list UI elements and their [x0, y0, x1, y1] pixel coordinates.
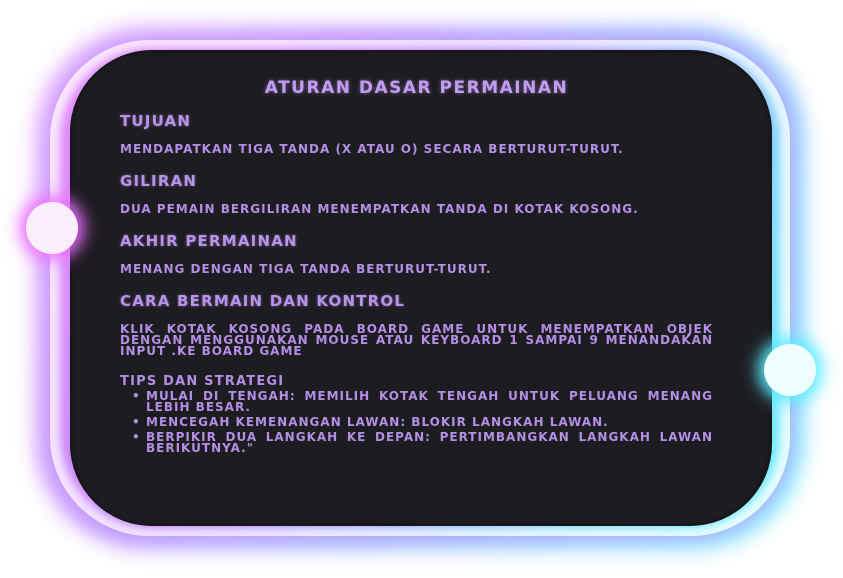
section-text-giliran: Dua pemain bergiliran menempatkan tanda …: [120, 202, 639, 216]
list-item: • Mulai di Tengah: Memilih kotak tengah u…: [132, 389, 713, 414]
section-heading-tujuan: Tujuan: [120, 112, 192, 130]
rules-content: Aturan Dasar Permainan Tujuan Mendapatka…: [120, 78, 713, 458]
rules-modal: Aturan Dasar Permainan Tujuan Mendapatka…: [0, 0, 843, 578]
section-text-tujuan: Mendapatkan tiga tanda (X atau O) secara…: [120, 142, 624, 156]
bullet-icon: •: [132, 430, 141, 444]
tips-heading: Tips dan Strategi: [120, 374, 285, 389]
section-heading-giliran: Giliran: [120, 172, 198, 190]
section-text-cara-bermain: Klik kotak kosong pada board game untuk …: [120, 322, 713, 358]
tip-text: Mulai di Tengah: Memilih kotak tengah un…: [146, 389, 713, 414]
tips-list: • Mulai di Tengah: Memilih kotak tengah u…: [120, 389, 713, 455]
bullet-icon: •: [132, 389, 141, 403]
bullet-icon: •: [132, 415, 141, 429]
left-glow-knob: [26, 202, 78, 254]
right-glow-knob: [764, 344, 816, 396]
tip-text: Berpikir Dua Langkah ke Depan: Pertimban…: [146, 430, 713, 455]
list-item: • Mencegah Kemenangan Lawan: Blokir langk…: [132, 415, 713, 429]
section-heading-cara-bermain: Cara Bermain dan Kontrol: [120, 292, 406, 310]
tip-text: Mencegah Kemenangan Lawan: Blokir langka…: [146, 415, 609, 429]
section-heading-akhir-permainan: Akhir Permainan: [120, 232, 298, 250]
rules-title: Aturan Dasar Permainan: [264, 78, 569, 98]
section-text-akhir-permainan: Menang dengan tiga tanda berturut-turut.: [120, 262, 492, 276]
list-item: • Berpikir Dua Langkah ke Depan: Pertimba…: [132, 430, 713, 455]
